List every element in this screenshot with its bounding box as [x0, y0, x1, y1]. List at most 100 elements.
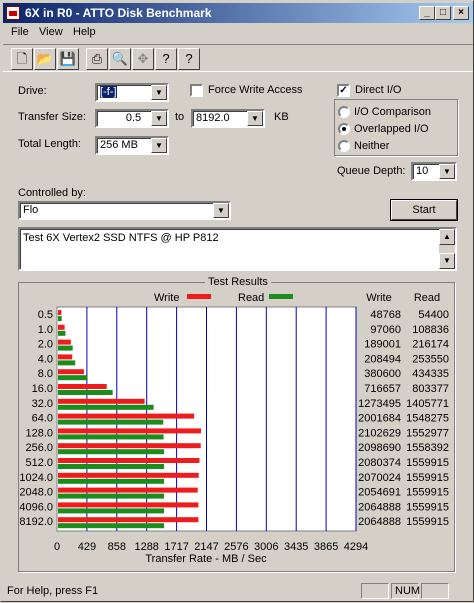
- read-value: 216174: [412, 339, 449, 351]
- x-tick-label: 2576: [224, 541, 248, 553]
- row-label-transfer-size: 512.0: [25, 457, 53, 469]
- row-label-transfer-size: 8192.0: [19, 516, 53, 528]
- row-label-transfer-size: 64.0: [32, 413, 53, 425]
- read-bar: [58, 478, 165, 484]
- row-label-transfer-size: 32.0: [32, 398, 53, 410]
- x-axis-label: Transfer Rate - MB / Sec: [145, 553, 267, 565]
- read-value: 1548275: [406, 413, 449, 425]
- write-bar: [58, 517, 199, 523]
- write-bar: [58, 472, 199, 478]
- write-value: 1273495: [358, 398, 401, 410]
- row-label-transfer-size: 256.0: [25, 442, 53, 454]
- write-value: 2064888: [358, 516, 401, 528]
- row-label-transfer-size: 8.0: [38, 368, 53, 380]
- status-cell-caps: [361, 583, 389, 599]
- status-help-text: For Help, press F1: [7, 585, 99, 597]
- column-header-read: Read: [414, 292, 440, 304]
- x-tick-label: 3865: [314, 541, 338, 553]
- legend-write-swatch: [187, 294, 211, 299]
- status-num-label: NUM: [395, 585, 421, 597]
- read-value: 803377: [412, 383, 449, 395]
- write-bar: [58, 413, 195, 419]
- read-value: 1552977: [406, 427, 449, 439]
- write-value: 48768: [370, 309, 401, 321]
- legend-read-label: Read: [238, 292, 264, 304]
- read-value: 54400: [418, 309, 449, 321]
- write-bar: [58, 339, 71, 345]
- row-label-transfer-size: 4096.0: [19, 501, 53, 513]
- column-header-write: Write: [366, 292, 391, 304]
- read-bar: [58, 419, 164, 425]
- read-value: 1405771: [406, 398, 449, 410]
- app-window: 6X in R0 - ATTO Disk Benchmark _ □ × Fil…: [0, 0, 474, 602]
- write-bar: [58, 428, 201, 434]
- row-label-transfer-size: 1.0: [38, 324, 53, 336]
- x-tick-label: 0: [54, 541, 60, 553]
- x-tick-label: 4294: [344, 541, 368, 553]
- write-value: 189001: [364, 339, 401, 351]
- read-value: 1559915: [406, 472, 449, 484]
- status-num: NUM: [391, 583, 421, 599]
- row-label-transfer-size: 128.0: [25, 427, 53, 439]
- read-value: 1559915: [406, 516, 449, 528]
- row-label-transfer-size: 4.0: [38, 353, 53, 365]
- x-tick-label: 2147: [194, 541, 218, 553]
- row-label-transfer-size: 0.5: [38, 309, 53, 321]
- read-bar: [58, 434, 164, 440]
- read-bar: [58, 449, 164, 455]
- x-tick-label: 3435: [284, 541, 308, 553]
- read-value: 108836: [412, 324, 449, 336]
- write-bar: [58, 487, 198, 493]
- write-value: 2098690: [358, 442, 401, 454]
- write-bar: [58, 398, 145, 404]
- write-value: 380600: [364, 368, 401, 380]
- write-value: 2070024: [358, 472, 401, 484]
- read-bar: [58, 523, 165, 529]
- read-bar: [58, 464, 165, 469]
- write-bar: [58, 310, 62, 315]
- x-tick-label: 429: [78, 541, 96, 553]
- write-value: 2054691: [358, 487, 401, 499]
- read-bar: [58, 390, 113, 395]
- write-bar: [58, 369, 84, 375]
- read-value: 1559915: [406, 501, 449, 513]
- write-value: 2080374: [358, 457, 401, 469]
- write-bar: [58, 443, 201, 449]
- x-tick-label: 1288: [134, 541, 158, 553]
- row-label-transfer-size: 2.0: [38, 339, 53, 351]
- legend-write-label: Write: [154, 292, 179, 304]
- write-bar: [58, 458, 200, 463]
- write-value: 2001684: [358, 413, 401, 425]
- x-tick-label: 1717: [164, 541, 188, 553]
- write-value: 716657: [364, 383, 401, 395]
- write-value: 2064888: [358, 501, 401, 513]
- read-value: 434335: [412, 368, 449, 380]
- read-value: 253550: [412, 353, 449, 365]
- read-bar: [58, 345, 73, 351]
- status-cell-scroll: [421, 583, 449, 599]
- write-value: 97060: [370, 324, 401, 336]
- read-bar: [58, 375, 88, 381]
- read-value: 1559915: [406, 457, 449, 469]
- row-label-transfer-size: 16.0: [32, 383, 53, 395]
- row-label-transfer-size: 2048.0: [19, 487, 53, 499]
- read-bar: [58, 360, 76, 366]
- results-chart: Write Read Write Read 0.5 48768 54400 1.0 97060 1…: [19, 292, 449, 565]
- read-bar: [58, 330, 66, 336]
- legend-read-swatch: [269, 294, 293, 299]
- read-bar: [58, 316, 62, 321]
- row-label-transfer-size: 1024.0: [19, 472, 53, 484]
- read-bar: [58, 508, 165, 514]
- read-bar: [58, 493, 165, 499]
- read-value: 1559915: [406, 487, 449, 499]
- read-value: 1558392: [406, 442, 449, 454]
- write-value: 208494: [364, 353, 401, 365]
- write-value: 2102629: [358, 427, 401, 439]
- x-tick-label: 858: [108, 541, 126, 553]
- read-bar: [58, 404, 154, 410]
- write-bar: [58, 354, 73, 360]
- write-bar: [58, 502, 199, 508]
- write-bar: [58, 324, 65, 330]
- status-bar: For Help, press F1 NUM: [3, 581, 473, 601]
- x-tick-label: 3006: [254, 541, 278, 553]
